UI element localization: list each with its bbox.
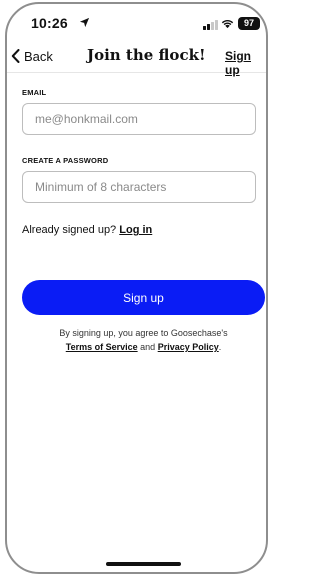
page-title: Join the flock!: [87, 46, 206, 64]
back-label: Back: [24, 48, 53, 64]
password-label: CREATE A PASSWORD: [22, 156, 109, 165]
home-indicator[interactable]: [106, 562, 181, 566]
password-field[interactable]: [22, 171, 256, 203]
already-signed-up-row: Already signed up? Log in: [22, 224, 152, 236]
privacy-policy-link[interactable]: Privacy Policy: [158, 342, 219, 352]
login-link[interactable]: Log in: [119, 224, 152, 236]
legal-prefix: By signing up, you agree to Goosechase's: [59, 328, 228, 338]
location-arrow-icon: [79, 17, 90, 28]
terms-of-service-link[interactable]: Terms of Service: [66, 342, 138, 352]
email-field[interactable]: [22, 103, 256, 135]
legal-and: and: [140, 342, 156, 352]
legal-suffix: .: [218, 342, 222, 352]
signal-icon: [203, 20, 218, 30]
phone-frame: 10:26 97 Back Join the flock! Sign up EM…: [5, 2, 268, 574]
signup-button[interactable]: Sign up: [22, 280, 265, 315]
back-button[interactable]: Back: [11, 47, 53, 65]
wifi-icon: [221, 19, 234, 29]
battery-icon: 97: [238, 17, 260, 30]
status-time: 10:26: [31, 15, 68, 31]
nav-signup-link[interactable]: Sign up: [225, 49, 266, 77]
screen: 10:26 97 Back Join the flock! Sign up EM…: [0, 0, 271, 575]
email-label: EMAIL: [22, 88, 47, 97]
chevron-left-icon: [11, 49, 20, 63]
nav-bar: Back Join the flock! Sign up: [7, 38, 266, 77]
legal-notice: By signing up, you agree to Goosechase's…: [22, 326, 265, 354]
already-signed-up-text: Already signed up?: [22, 224, 117, 236]
status-bar: 10:26 97: [7, 4, 266, 38]
